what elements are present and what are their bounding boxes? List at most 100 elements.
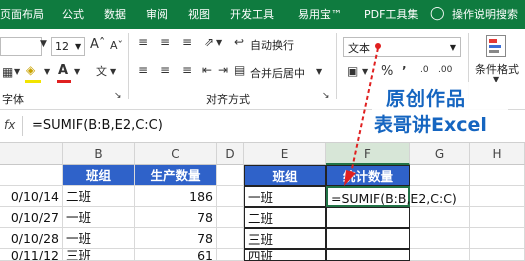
qty-cell[interactable]: 186: [135, 186, 217, 207]
table-cell[interactable]: [410, 165, 470, 186]
font-color-icon[interactable]: A: [58, 63, 68, 78]
merge-center-button[interactable]: 合并后居中: [250, 65, 305, 81]
phonetic-icon[interactable]: 文: [96, 63, 107, 79]
table-cell[interactable]: [410, 249, 470, 261]
chevron-down-icon[interactable]: ▼: [74, 67, 80, 76]
menu-tell-me[interactable]: 操作说明搜索: [452, 6, 518, 22]
increase-font-icon[interactable]: Aˆ: [90, 37, 105, 52]
team-cell[interactable]: 一班: [63, 228, 135, 249]
menu-yiyongbao[interactable]: 易用宝™: [298, 6, 342, 22]
font-name-box[interactable]: [0, 37, 42, 56]
align-middle-icon[interactable]: ≡: [160, 35, 170, 49]
chevron-down-icon: ▼: [75, 42, 82, 51]
chevron-down-icon[interactable]: ▼: [316, 67, 322, 76]
qty-cell[interactable]: 78: [135, 228, 217, 249]
table-header[interactable]: 班组: [244, 165, 326, 186]
team-cell[interactable]: 四班: [244, 249, 326, 261]
chevron-down-icon[interactable]: ▼: [40, 39, 47, 49]
watermark-note: 原创作品 表哥讲Excel: [372, 82, 508, 138]
table-cell[interactable]: [217, 207, 244, 228]
decrease-decimal-icon[interactable]: .00: [438, 65, 452, 75]
active-cell[interactable]: =SUMIF(B:B,E2,C:C): [326, 186, 457, 207]
column-header-d[interactable]: D: [217, 143, 244, 165]
table-cell[interactable]: [410, 228, 470, 249]
decrease-indent-icon[interactable]: ⇤: [202, 63, 212, 77]
team-cell[interactable]: 一班: [63, 207, 135, 228]
font-size-box[interactable]: 12 ▼: [51, 37, 85, 56]
date-cell[interactable]: 0/11/12: [0, 249, 63, 261]
team-cell[interactable]: 一班: [244, 186, 326, 207]
table-header[interactable]: 班组: [63, 165, 135, 186]
team-cell[interactable]: 二班: [244, 207, 326, 228]
chevron-down-icon[interactable]: ▼: [216, 38, 222, 47]
font-color-bar: [57, 80, 71, 83]
chevron-down-icon[interactable]: ▼: [362, 67, 368, 76]
align-bottom-icon[interactable]: ≡: [182, 35, 192, 49]
menu-view[interactable]: 视图: [188, 6, 210, 22]
wrap-text-icon[interactable]: ↩: [234, 35, 244, 49]
table-cell[interactable]: [326, 228, 410, 249]
wrap-text-button[interactable]: 自动换行: [250, 37, 294, 53]
chevron-down-icon[interactable]: ▼: [44, 67, 50, 76]
column-header-b[interactable]: B: [63, 143, 135, 165]
percent-button[interactable]: %: [381, 64, 393, 79]
table-cell[interactable]: [410, 207, 470, 228]
fx-icon[interactable]: fx: [4, 118, 15, 132]
date-cell[interactable]: 0/10/27: [0, 207, 63, 228]
table-cell[interactable]: [326, 207, 410, 228]
align-right-icon[interactable]: ≡: [182, 63, 192, 77]
menu-review[interactable]: 审阅: [146, 6, 168, 22]
comma-style-icon[interactable]: ’: [402, 64, 407, 78]
table-cell[interactable]: [470, 207, 525, 228]
table-cell[interactable]: [217, 165, 244, 186]
column-header-a[interactable]: [0, 143, 63, 165]
table-header[interactable]: 生产数量: [135, 165, 217, 186]
table-cell[interactable]: [470, 186, 525, 207]
table-cell[interactable]: [217, 186, 244, 207]
menu-developer[interactable]: 开发工具: [230, 6, 274, 22]
column-header-e[interactable]: E: [244, 143, 326, 165]
menu-bar: 页面布局 公式 数据 审阅 视图 开发工具 易用宝™ PDF工具集 ◯ 操作说明…: [0, 0, 525, 29]
team-cell[interactable]: 二班: [63, 186, 135, 207]
qty-cell[interactable]: 78: [135, 207, 217, 228]
currency-icon[interactable]: ▣: [347, 64, 358, 78]
menu-formulas[interactable]: 公式: [62, 6, 84, 22]
table-cell[interactable]: [217, 249, 244, 261]
align-top-icon[interactable]: ≡: [138, 35, 148, 49]
date-cell[interactable]: 0/10/28: [0, 228, 63, 249]
table-cell[interactable]: [470, 228, 525, 249]
align-center-icon[interactable]: ≡: [160, 63, 170, 77]
orientation-icon[interactable]: ⇗: [204, 35, 214, 49]
formula-input[interactable]: =SUMIF(B:B,E2,C:C): [32, 118, 163, 133]
column-header-c[interactable]: C: [135, 143, 217, 165]
increase-decimal-icon[interactable]: .0: [420, 65, 429, 75]
table-cell[interactable]: [470, 249, 525, 261]
column-header-g[interactable]: G: [410, 143, 470, 165]
align-left-icon[interactable]: ≡: [138, 63, 148, 77]
increase-indent-icon[interactable]: ⇥: [218, 63, 228, 77]
table-cell[interactable]: [470, 165, 525, 186]
menu-pdf-tools[interactable]: PDF工具集: [364, 6, 418, 22]
fill-color-icon[interactable]: ◈: [26, 63, 35, 77]
team-cell[interactable]: 三班: [244, 228, 326, 249]
decrease-font-icon[interactable]: Aˇ: [110, 39, 123, 52]
dialog-launcher-icon[interactable]: ↘: [114, 91, 122, 101]
conditional-format-icon[interactable]: [486, 35, 506, 57]
merge-center-icon[interactable]: ▤: [234, 63, 245, 77]
number-format-select[interactable]: 文本 ▼: [343, 37, 461, 57]
column-header-f[interactable]: F: [326, 143, 410, 165]
border-icon[interactable]: ▦: [2, 65, 13, 79]
table-cell[interactable]: [0, 165, 63, 186]
column-header-h[interactable]: H: [470, 143, 525, 165]
chevron-down-icon[interactable]: ▼: [110, 67, 116, 76]
menu-page-layout[interactable]: 页面布局: [0, 6, 44, 22]
table-cell[interactable]: [217, 228, 244, 249]
chevron-down-icon[interactable]: ▼: [14, 67, 20, 76]
menu-data[interactable]: 数据: [104, 6, 126, 22]
date-cell[interactable]: 0/10/14: [0, 186, 63, 207]
dialog-launcher-icon[interactable]: ↘: [322, 91, 330, 101]
team-cell[interactable]: 三班: [63, 249, 135, 261]
qty-cell[interactable]: 61: [135, 249, 217, 261]
table-header[interactable]: 统计数量: [326, 165, 410, 186]
table-cell[interactable]: [326, 249, 410, 261]
